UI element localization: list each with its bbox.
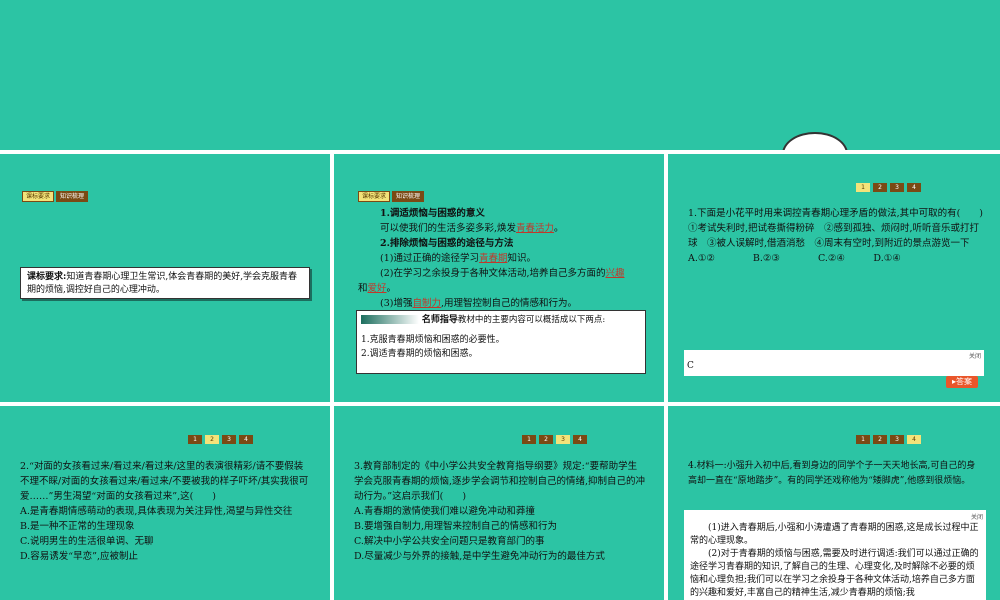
line: (1)通过正确的途径学习青春期知识。 [380,253,536,264]
page-button[interactable]: 2 [539,435,553,444]
tab-kebiao[interactable]: 课标要求 [22,191,55,202]
teacher-tip-box: 名师指导教材中的主要内容可以概括成以下两点: 1.克服青春期烦恼和困惑的必要性。… [356,310,646,374]
page-button[interactable]: 4 [239,435,253,444]
page-button[interactable]: 3 [890,183,904,192]
tip-header: 名师指导教材中的主要内容可以概括成以下两点: [361,313,641,327]
cartoon-figure [782,132,848,150]
close-button[interactable]: 关闭 [969,351,981,360]
slide-thumbnail-2[interactable]: 课标要求 知识梳理 1.调适烦恼与困惑的意义 可以使我们的生活多姿多彩,焕发青春活… [334,154,664,402]
tab-bar: 课标要求 知识梳理 [22,183,90,202]
answer-paragraph: (1)进入青春期后,小强和小涛遭遇了青春期的困惑,这是成长过程中正常的心理现象。 [690,523,979,546]
requirement-box: 课标要求:知道青春期心理卫生常识,体会青春期的美好,学会克服青春期的烦恼,调控好… [20,267,310,299]
answer-panel: 关闭 (1)进入青春期后,小强和小涛遭遇了青春期的困惑,这是成长过程中正常的心理… [684,510,986,600]
line: 可以使我们的生活多姿多彩,焕发青春活力。 [380,223,564,234]
question-pager: 1234 [856,183,921,192]
answer-panel: 关闭 C [684,350,984,376]
arrow-icon [361,315,419,324]
question-pager: 1234 [188,435,253,444]
page-button[interactable]: 4 [907,183,921,192]
tip-item: 2.调适青春期的烦恼和困惑。 [361,349,478,359]
top-slide-area [0,0,1000,150]
tab-bar: 课标要求 知识梳理 [358,183,426,202]
tab-kebiao[interactable]: 课标要求 [358,191,391,202]
tab-zhishi[interactable]: 知识梳理 [56,191,89,202]
page-button[interactable]: 3 [556,435,570,444]
page-button[interactable]: 1 [522,435,536,444]
answer-button[interactable]: ▸答案 [946,376,979,388]
page-button[interactable]: 4 [573,435,587,444]
page-button[interactable]: 4 [907,435,921,444]
answer-paragraph: (2)对于青春期的烦恼与困惑,需要及时进行调适:我们可以通过正确的途径学习青春期… [690,549,979,598]
line: 1.调适烦恼与困惑的意义 [380,208,485,219]
close-button[interactable]: 关闭 [971,511,983,524]
page-button[interactable]: 1 [188,435,202,444]
blank-answer: 青春期 [478,253,508,264]
blank-answer: 青春活力 [516,223,555,234]
requirement-text: 知道青春期心理卫生常识,体会青春期的美好,学会克服青春期的烦恼,调控好自己的心理… [27,272,298,295]
slide-thumbnail-1[interactable]: 课标要求 知识梳理 课标要求:知道青春期心理卫生常识,体会青春期的美好,学会克服青… [0,154,330,402]
blank-answer: 爱好 [367,283,387,294]
slide-thumbnail-4[interactable]: 1234 2.“对面的女孩看过来/看过来/看过来/这里的表演很精彩/请不要假装不… [0,406,330,600]
page-button[interactable]: 1 [856,183,870,192]
page-button[interactable]: 3 [222,435,236,444]
page-button[interactable]: 2 [205,435,219,444]
answer-text: C [687,361,694,371]
slide-thumbnail-3[interactable]: 1234 1.下面是小花平时用来调控青春期心理矛盾的做法,其中可取的有( ) ①… [668,154,1000,402]
tab-zhishi[interactable]: 知识梳理 [392,191,425,202]
line: 2.排除烦恼与困惑的途径与方法 [380,238,514,249]
tip-item: 1.克服青春期烦恼和困惑的必要性。 [361,335,505,345]
question-text: 3.教育部制定的《中小学公共安全教育指导纲要》规定:“要帮助学生学会克服青春期的… [354,461,646,562]
page-button[interactable]: 2 [873,183,887,192]
page-button[interactable]: 2 [873,435,887,444]
knowledge-text: 1.调适烦恼与困惑的意义 可以使我们的生活多姿多彩,焕发青春活力。 2.排除烦恼… [358,206,650,311]
page-button[interactable]: 3 [890,435,904,444]
line: 和爱好。 [358,283,397,294]
page-button[interactable]: 1 [856,435,870,444]
requirement-label: 课标要求: [27,272,67,282]
blank-answer: 兴趣 [605,268,625,279]
question-text: 4.材料一:小强升入初中后,看到身边的同学个子一天天地长高,可自己的身高却一直在… [688,461,976,486]
blank-answer: 自制力 [412,298,441,309]
question-text: 2.“对面的女孩看过来/看过来/看过来/这里的表演很精彩/请不要假装不理不睬/对… [20,461,309,562]
question-pager: 1234 [856,435,921,444]
line: (2)在学习之余投身于各种文体活动,培养自己多方面的兴趣 [380,268,625,279]
slide-thumbnail-6[interactable]: 1234 4.材料一:小强升入初中后,看到身边的同学个子一天天地长高,可自己的身… [668,406,1000,600]
question-text: 1.下面是小花平时用来调控青春期心理矛盾的做法,其中可取的有( ) ①考试失利时… [688,208,983,264]
question-pager: 1234 [522,435,587,444]
line: (3)增强自制力,用理智控制自己的情感和行为。 [380,298,578,309]
slide-thumbnail-5[interactable]: 1234 3.教育部制定的《中小学公共安全教育指导纲要》规定:“要帮助学生学会克… [334,406,664,600]
